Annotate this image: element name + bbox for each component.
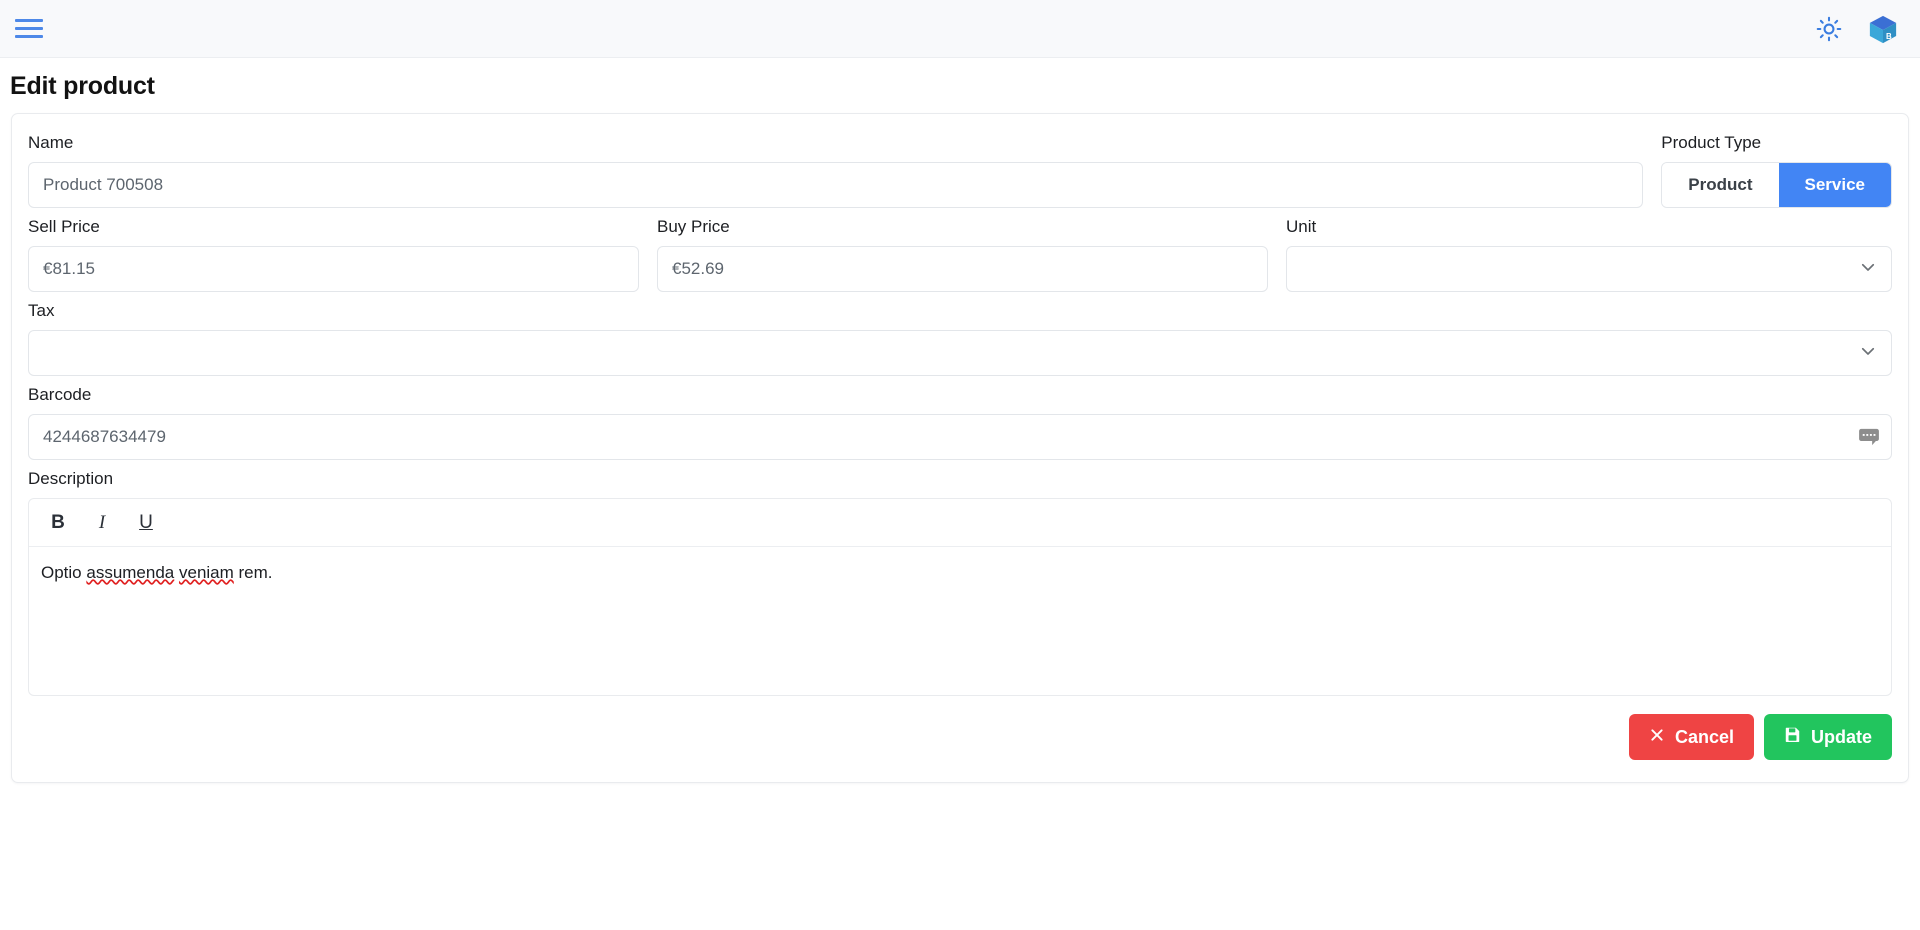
product-type-option-service[interactable]: Service [1779, 163, 1892, 207]
field-name: Name [28, 130, 1643, 208]
hamburger-bar [15, 35, 43, 38]
bold-button[interactable]: B [41, 506, 75, 540]
sell-price-label: Sell Price [28, 214, 639, 240]
edit-product-card: Name Product Type Product Service Sell P… [11, 113, 1909, 783]
description-text-part: rem. [234, 563, 273, 582]
chevron-down-icon [1859, 342, 1877, 365]
form-row-name-type: Name Product Type Product Service [28, 130, 1892, 214]
top-navbar: B [0, 0, 1920, 58]
form-row-prices: Sell Price Buy Price Unit [28, 214, 1892, 298]
description-textarea[interactable]: Optio assumenda veniam rem. [29, 547, 1891, 695]
hamburger-bar [15, 27, 43, 30]
field-buy-price: Buy Price [657, 214, 1268, 292]
buy-price-input[interactable] [657, 246, 1268, 292]
field-tax: Tax [28, 298, 1892, 376]
form-actions: Cancel Update [28, 714, 1892, 760]
product-type-segmented-control[interactable]: Product Service [1661, 162, 1892, 208]
hamburger-menu-icon[interactable] [12, 12, 46, 46]
italic-button[interactable]: I [85, 506, 119, 540]
page-title: Edit product [0, 58, 1920, 113]
field-sell-price: Sell Price [28, 214, 639, 292]
description-rich-text-editor: B I U Optio assumenda veniam rem. [28, 498, 1892, 696]
name-input[interactable] [28, 162, 1643, 208]
save-floppy-icon [1784, 726, 1801, 748]
cancel-button[interactable]: Cancel [1629, 714, 1754, 760]
navbar-right-group: B [1816, 14, 1898, 44]
chevron-down-icon [1859, 258, 1877, 281]
unit-select[interactable] [1286, 246, 1892, 292]
field-description: Description B I U Optio assumenda veniam… [28, 466, 1892, 696]
close-x-icon [1649, 727, 1665, 748]
description-misspelled-word: veniam [179, 563, 234, 582]
hamburger-bar [15, 19, 43, 22]
update-button-label: Update [1811, 727, 1872, 748]
box-logo-letter: B [1886, 31, 1892, 40]
cancel-button-label: Cancel [1675, 727, 1734, 748]
barcode-label: Barcode [28, 382, 1892, 408]
field-unit: Unit [1286, 214, 1892, 292]
field-barcode: Barcode [28, 382, 1892, 460]
description-misspelled-word: assumenda [86, 563, 174, 582]
tax-select[interactable] [28, 330, 1892, 376]
update-button[interactable]: Update [1764, 714, 1892, 760]
description-text-part: Optio [41, 563, 86, 582]
tax-label: Tax [28, 298, 1892, 324]
buy-price-label: Buy Price [657, 214, 1268, 240]
name-label: Name [28, 130, 1643, 156]
unit-label: Unit [1286, 214, 1892, 240]
product-type-option-product[interactable]: Product [1662, 163, 1778, 207]
underline-button[interactable]: U [129, 506, 163, 540]
sun-icon[interactable] [1816, 16, 1842, 42]
barcode-hint-icon[interactable] [1858, 428, 1880, 446]
editor-toolbar: B I U [29, 499, 1891, 547]
sell-price-input[interactable] [28, 246, 639, 292]
box-cube-logo[interactable]: B [1868, 14, 1898, 44]
product-type-label: Product Type [1661, 130, 1892, 156]
description-label: Description [28, 466, 1892, 492]
field-product-type: Product Type Product Service [1661, 130, 1892, 208]
barcode-input[interactable] [28, 414, 1892, 460]
barcode-input-wrapper [28, 414, 1892, 460]
